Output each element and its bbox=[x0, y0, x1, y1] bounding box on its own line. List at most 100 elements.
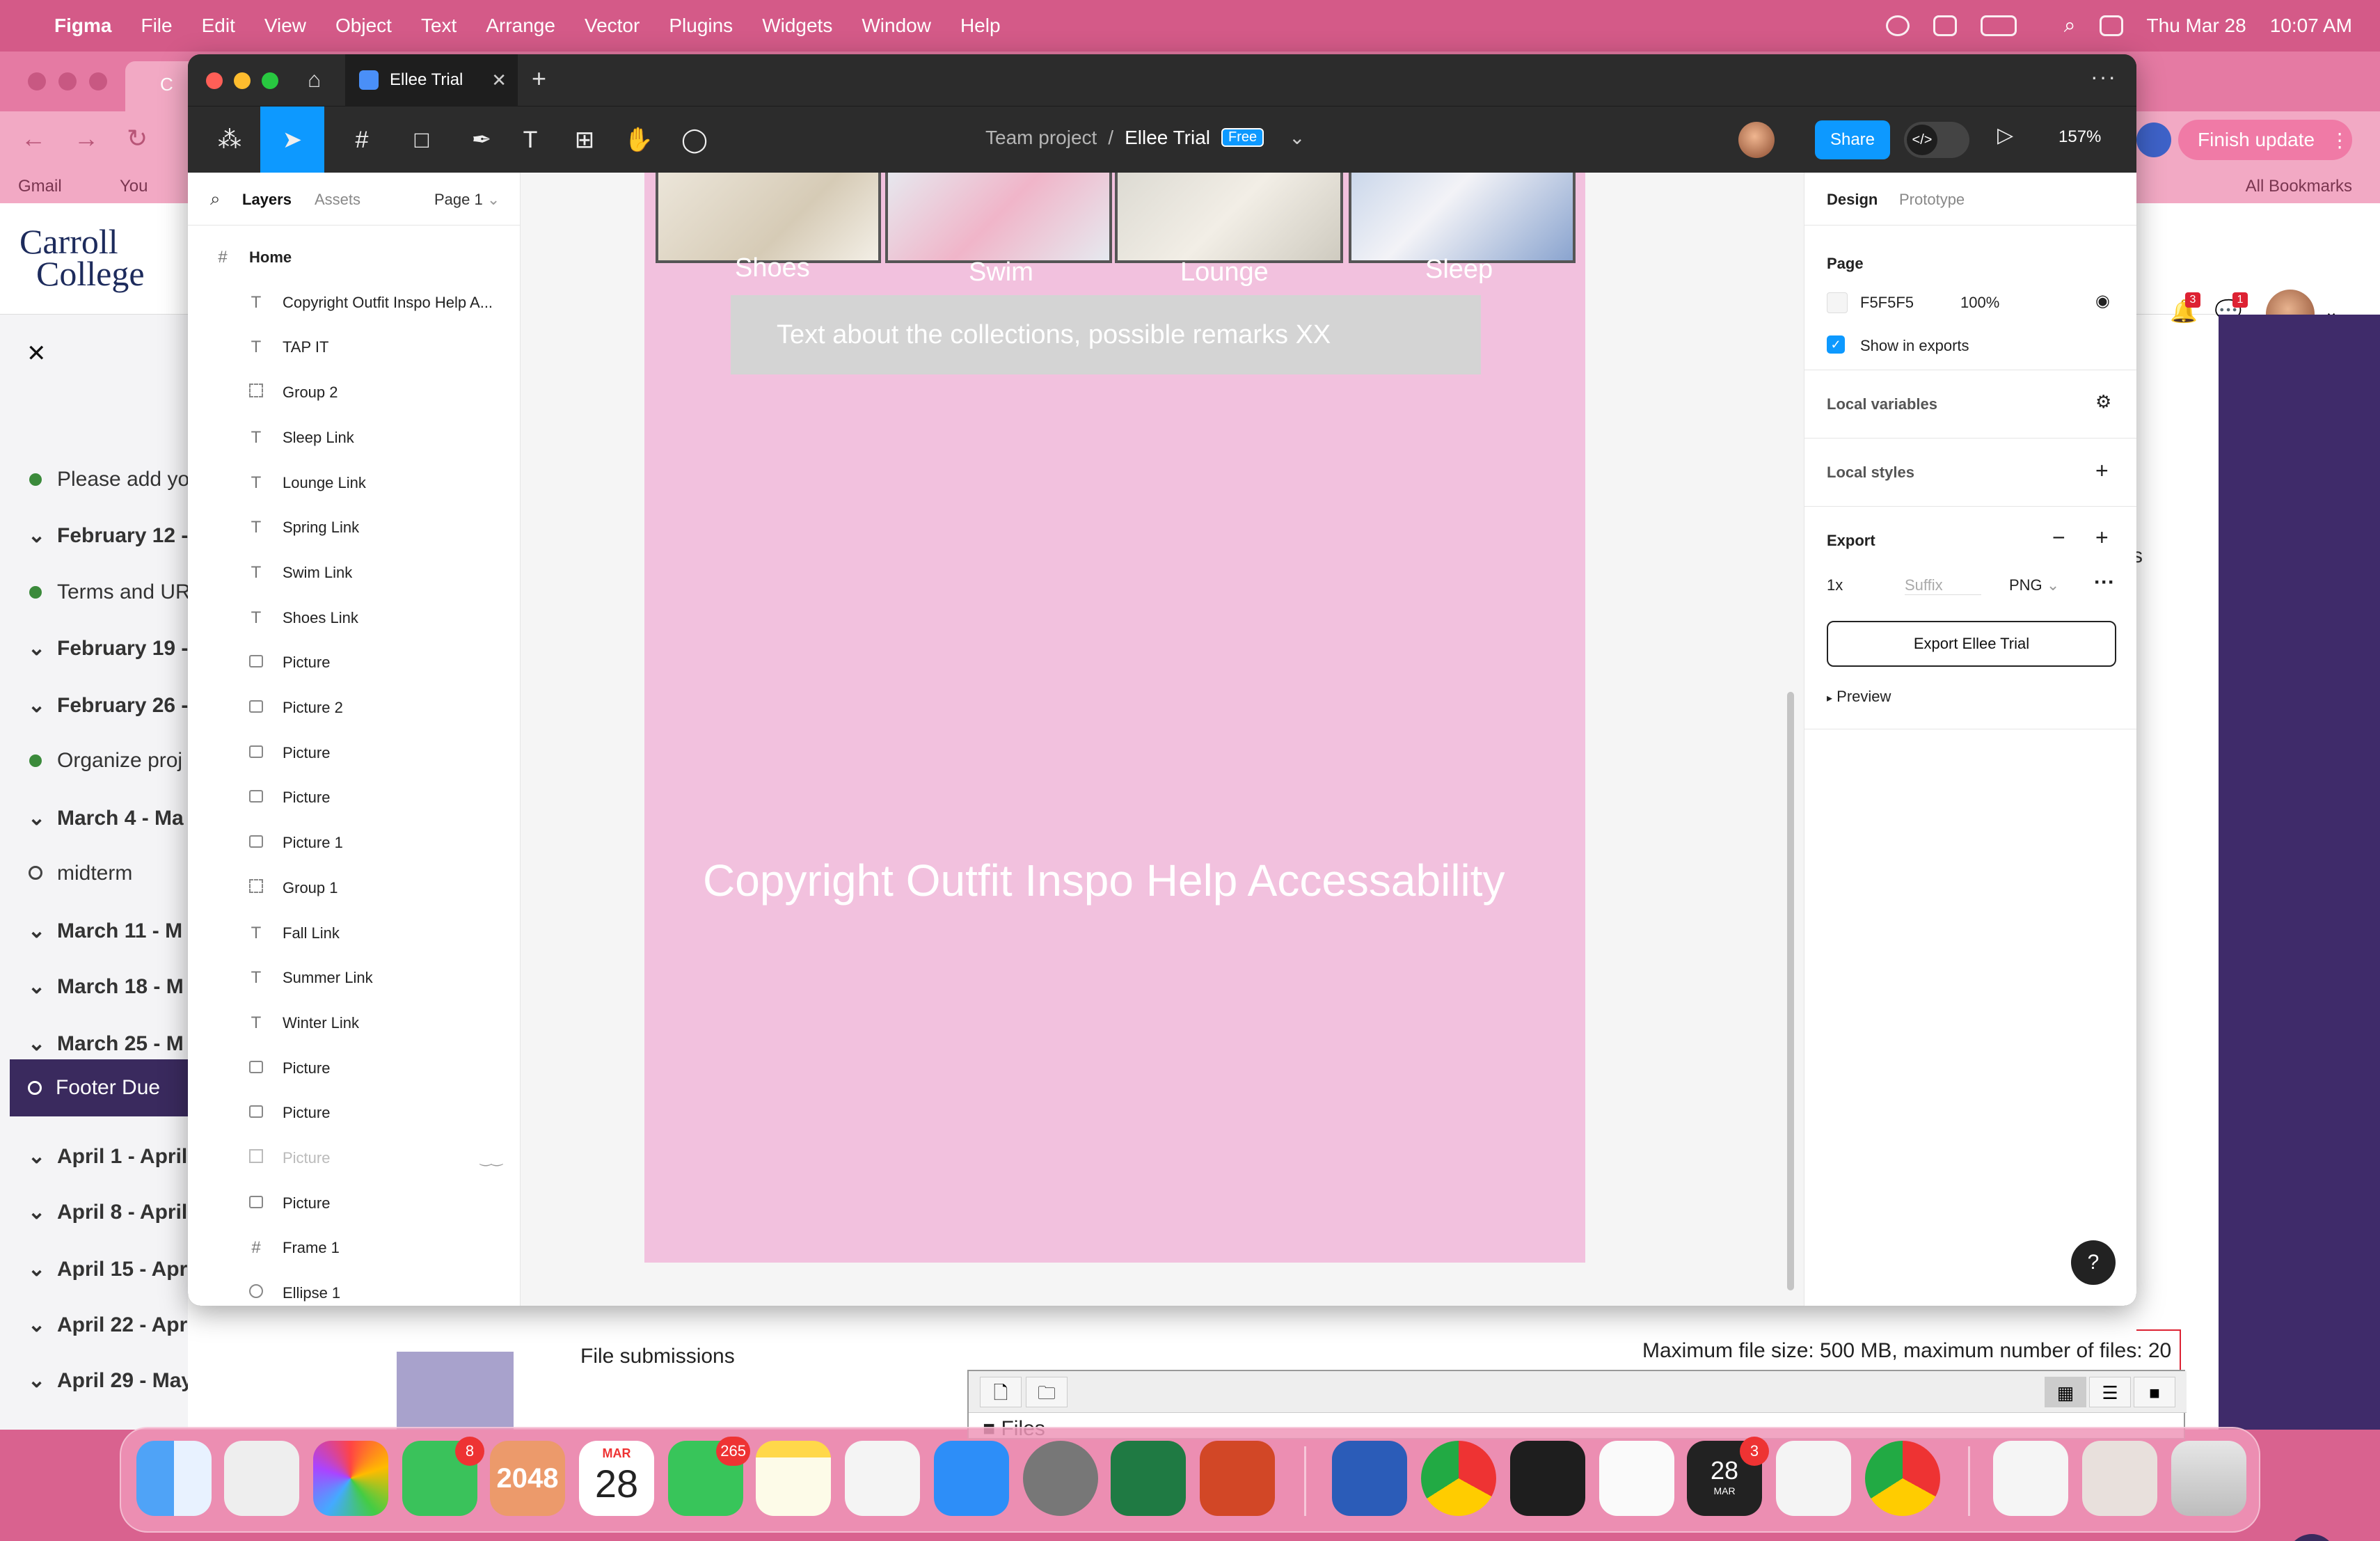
module-week[interactable]: ⌄ February 12 - bbox=[28, 523, 188, 548]
visibility-eye-icon[interactable]: ◉ bbox=[2095, 291, 2110, 311]
zoom-level[interactable]: 157% bbox=[2058, 127, 2101, 147]
page-opacity-value[interactable]: 100% bbox=[1960, 294, 1999, 312]
shoes-picture[interactable] bbox=[656, 173, 881, 263]
layers-icon[interactable] bbox=[1933, 15, 1957, 36]
layer-row[interactable]: # Frame 1 bbox=[188, 1226, 521, 1270]
module-item[interactable]: Organize proj bbox=[28, 749, 188, 773]
chrome-minimize-button[interactable] bbox=[58, 72, 77, 90]
menu-view[interactable]: View bbox=[264, 15, 306, 37]
menu-widgets[interactable]: Widgets bbox=[762, 15, 832, 37]
collaborator-avatar[interactable] bbox=[1738, 122, 1775, 158]
chevron-down-icon[interactable]: ⌄ bbox=[1289, 126, 1305, 149]
text-tool-icon[interactable]: T bbox=[502, 106, 558, 173]
calendar-icon[interactable]: MAR 28 bbox=[579, 1441, 654, 1516]
more-options-icon[interactable]: ··· bbox=[2091, 64, 2117, 90]
add-export-icon[interactable]: + bbox=[2095, 525, 2109, 551]
menu-plugins[interactable]: Plugins bbox=[669, 15, 733, 37]
shoes-link[interactable]: Shoes bbox=[735, 253, 810, 283]
export-more-icon[interactable]: ··· bbox=[2094, 571, 2115, 594]
swim-link[interactable]: Swim bbox=[969, 258, 1033, 287]
bookmark-gmail[interactable]: Gmail bbox=[18, 177, 62, 196]
layer-row[interactable]: T Sleep Link bbox=[188, 416, 521, 460]
trash-icon[interactable] bbox=[2171, 1441, 2246, 1516]
facetime-icon[interactable]: 8 bbox=[402, 1437, 484, 1516]
design-canvas[interactable]: Shoes Swim Lounge Sleep Text about the c… bbox=[521, 173, 1804, 1306]
layer-row[interactable]: Group 1 bbox=[188, 866, 521, 910]
finder-icon[interactable] bbox=[136, 1441, 212, 1516]
module-week[interactable]: ⌄ April 1 - April bbox=[28, 1144, 188, 1169]
variables-settings-icon[interactable]: ⚙ bbox=[2095, 391, 2111, 413]
layer-row[interactable]: Picture ‿‿ bbox=[188, 1136, 521, 1180]
menu-arrange[interactable]: Arrange bbox=[486, 15, 555, 37]
module-week[interactable]: ⌄ April 8 - April bbox=[28, 1200, 188, 1224]
folder-view-icon[interactable]: ■ bbox=[2134, 1377, 2175, 1407]
layer-row[interactable]: Picture bbox=[188, 731, 521, 775]
chrome-icon[interactable] bbox=[1421, 1441, 1496, 1516]
module-item[interactable]: Please add yo bbox=[28, 468, 188, 491]
figma-help-button[interactable]: ? bbox=[2071, 1240, 2116, 1285]
bookmark-youtube[interactable]: You bbox=[120, 177, 148, 196]
module-item[interactable]: midterm bbox=[28, 862, 188, 885]
figma-icon[interactable] bbox=[1510, 1441, 1585, 1516]
layer-row[interactable]: Group 2 bbox=[188, 370, 521, 415]
add-style-icon[interactable]: + bbox=[2095, 458, 2109, 484]
figma-minimize-button[interactable] bbox=[234, 72, 251, 89]
layer-row[interactable]: T Winter Link bbox=[188, 1001, 521, 1045]
file-name[interactable]: Ellee Trial bbox=[1125, 127, 1210, 149]
layer-row[interactable]: T Spring Link bbox=[188, 505, 521, 550]
layer-row[interactable]: T Fall Link bbox=[188, 911, 521, 956]
kebab-menu-icon[interactable]: ⋮ bbox=[2330, 129, 2349, 152]
page-color-value[interactable]: F5F5F5 bbox=[1860, 294, 1914, 312]
control-center-icon[interactable] bbox=[2099, 15, 2123, 36]
module-week[interactable]: ⌄ March 4 - Ma bbox=[28, 806, 188, 830]
menu-edit[interactable]: Edit bbox=[202, 15, 235, 37]
dev-mode-toggle[interactable]: </> bbox=[1904, 122, 1969, 158]
share-button[interactable]: Share bbox=[1815, 120, 1890, 159]
calendar-widget-icon[interactable]: 28 MAR 3 bbox=[1687, 1437, 1769, 1516]
layer-row[interactable]: Picture bbox=[188, 1181, 521, 1226]
menu-vector[interactable]: Vector bbox=[585, 15, 640, 37]
module-week[interactable]: ⌄ February 26 - bbox=[28, 693, 188, 718]
module-week[interactable]: ⌄ March 25 - M bbox=[28, 1032, 188, 1056]
game-2048-icon[interactable]: 2048 bbox=[490, 1441, 565, 1516]
new-folder-icon[interactable]: 🗀 bbox=[1026, 1377, 1068, 1407]
layer-row[interactable]: T TAP IT bbox=[188, 325, 521, 370]
layer-row[interactable]: Picture bbox=[188, 640, 521, 685]
export-scale[interactable]: 1x bbox=[1827, 576, 1843, 594]
messages-icon[interactable]: 265 bbox=[668, 1437, 750, 1516]
layer-row[interactable]: T Lounge Link bbox=[188, 461, 521, 505]
module-week[interactable]: ⌄ April 15 - April bbox=[28, 1257, 188, 1281]
close-tab-icon[interactable]: ✕ bbox=[491, 70, 507, 91]
module-footer-due[interactable]: Footer Due bbox=[10, 1059, 188, 1116]
college-logo[interactable]: Carroll College bbox=[19, 224, 145, 291]
module-week[interactable]: ⌄ March 11 - M bbox=[28, 919, 188, 943]
date-label[interactable]: Thu Mar 28 bbox=[2147, 15, 2246, 37]
module-item[interactable]: Terms and UR bbox=[28, 580, 188, 604]
grid-view-icon[interactable]: ▦ bbox=[2045, 1377, 2086, 1407]
excel-icon[interactable] bbox=[1111, 1441, 1186, 1516]
sleep-link[interactable]: Sleep bbox=[1425, 255, 1493, 285]
menu-help[interactable]: Help bbox=[960, 15, 1001, 37]
layer-row[interactable]: Picture bbox=[188, 1046, 521, 1091]
tab-prototype[interactable]: Prototype bbox=[1899, 191, 1965, 209]
spotlight-search-icon[interactable]: ⌕ bbox=[2064, 14, 2076, 38]
menu-app-name[interactable]: Figma bbox=[54, 15, 111, 37]
eye-closed-icon[interactable]: ‿‿ bbox=[480, 1150, 502, 1167]
move-tool-icon[interactable]: ➤ bbox=[260, 106, 324, 173]
layer-row[interactable]: Picture bbox=[188, 1091, 521, 1135]
remove-export-icon[interactable]: − bbox=[2052, 525, 2065, 551]
layer-row[interactable]: # Home bbox=[188, 235, 521, 280]
powerpoint-icon[interactable] bbox=[1200, 1441, 1275, 1516]
pen-tool-icon[interactable]: ✒ bbox=[454, 106, 509, 173]
tab-assets[interactable]: Assets bbox=[315, 191, 360, 209]
menu-file[interactable]: File bbox=[141, 15, 172, 37]
menu-object[interactable]: Object bbox=[335, 15, 392, 37]
page-color-swatch[interactable] bbox=[1827, 292, 1848, 313]
recent-window-thumbnail[interactable] bbox=[2082, 1441, 2157, 1516]
export-suffix-input[interactable]: Suffix bbox=[1905, 576, 1981, 595]
page-selector[interactable]: Page 1 ⌄ bbox=[434, 191, 500, 209]
comment-tool-icon[interactable]: ◯ bbox=[667, 106, 722, 173]
new-file-icon[interactable]: 🗋 bbox=[980, 1377, 1022, 1407]
footer-text[interactable]: Copyright Outfit Inspo Help Accessabilit… bbox=[703, 855, 1505, 906]
system-settings-icon[interactable] bbox=[1023, 1441, 1098, 1516]
